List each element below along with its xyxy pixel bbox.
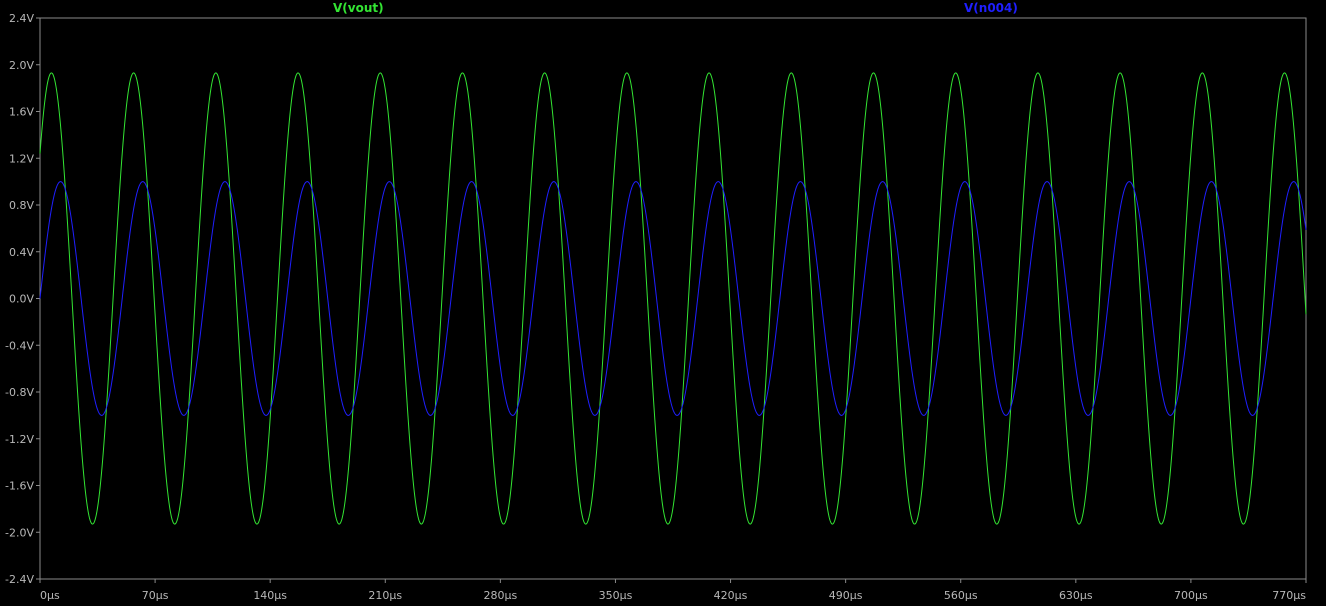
x-tick-label: 280µs — [483, 589, 517, 602]
trace-vout[interactable] — [39, 72, 1307, 525]
y-tick-label: 0.0V — [9, 293, 34, 306]
x-tick-label: 140µs — [253, 589, 287, 602]
legend-vout[interactable]: V(vout) — [333, 1, 384, 15]
x-tick-label: 630µs — [1059, 589, 1093, 602]
x-tick-label: 700µs — [1174, 589, 1208, 602]
y-tick-label: -2.0V — [5, 526, 34, 539]
tick-marks — [36, 17, 1307, 583]
y-tick-label: 0.4V — [9, 246, 34, 259]
x-tick-label: 350µs — [599, 589, 633, 602]
y-tick-label: 1.2V — [9, 152, 34, 165]
y-tick-label: 0.8V — [9, 199, 34, 212]
plot-frame — [39, 17, 1307, 580]
x-tick-label: 560µs — [944, 589, 978, 602]
x-tick-label: 490µs — [829, 589, 863, 602]
x-tick-labels: 0µs 70µs 140µs 210µs 280µs 350µs 420µs 490µs 560… — [40, 589, 1306, 602]
y-tick-label: 1.6V — [9, 106, 34, 119]
y-tick-label: -0.4V — [5, 339, 34, 352]
y-tick-label: 2.4V — [9, 12, 34, 25]
y-tick-label: -0.8V — [5, 386, 34, 399]
x-tick-label: 70µs — [142, 589, 169, 602]
y-tick-label: 2.0V — [9, 59, 34, 72]
trace-n004[interactable] — [39, 181, 1307, 416]
y-tick-labels: 2.4V 2.0V 1.6V 1.2V 0.8V 0.4V 0.0V -0.4V -0.8V -1… — [5, 12, 34, 586]
y-tick-label: -1.2V — [5, 433, 34, 446]
y-tick-label: -1.6V — [5, 480, 34, 493]
x-tick-label: 420µs — [714, 589, 748, 602]
y-tick-label: -2.4V — [5, 573, 34, 586]
x-tick-label: 0µs — [40, 589, 60, 602]
legend-n004[interactable]: V(n004) — [964, 1, 1018, 15]
waveform-plot[interactable]: 2.4V 2.0V 1.6V 1.2V 0.8V 0.4V 0.0V -0.4V -0.8V -1… — [0, 0, 1326, 606]
x-tick-label: 770µs — [1272, 589, 1306, 602]
x-tick-label: 210µs — [368, 589, 402, 602]
